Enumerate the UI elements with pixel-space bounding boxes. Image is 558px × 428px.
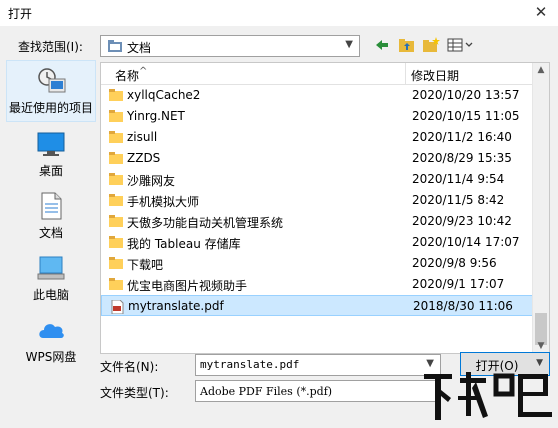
folder-icon <box>109 236 123 248</box>
filetype-dropdown[interactable]: Adobe PDF Files (*.pdf) <box>195 380 441 402</box>
table-row[interactable]: 手机模拟大师 2020/11/5 8:42 <box>101 190 533 211</box>
place-computer[interactable]: 此电脑 <box>6 248 96 310</box>
table-row[interactable]: mytranslate.pdf 2018/8/30 11:06 <box>101 295 533 316</box>
table-row[interactable]: 下载吧 2020/9/8 9:56 <box>101 253 533 274</box>
table-row[interactable]: xyllqCache2 2020/10/20 13:57 <box>101 85 533 106</box>
column-header-name[interactable]: 名称 <box>115 67 139 84</box>
file-date: 2020/9/23 10:42 <box>412 214 512 228</box>
file-name: xyllqCache2 <box>127 88 201 102</box>
file-name: 手机模拟大师 <box>127 195 200 209</box>
folder-icon <box>109 152 123 164</box>
file-name: 我的 Tableau 存储库 <box>127 237 241 251</box>
place-recent[interactable]: 最近使用的项目 <box>6 60 96 122</box>
look-in-label: 查找范围(I): <box>18 40 83 54</box>
place-label: 最近使用的项目 <box>8 101 93 115</box>
table-row[interactable]: 沙雕网友 2020/11/4 9:54 <box>101 169 533 190</box>
table-row[interactable]: 优宝电商图片视频助手 2020/9/1 17:07 <box>101 274 533 295</box>
vertical-scrollbar[interactable]: ▲ ▼ <box>532 63 549 353</box>
filetype-label: 文件类型(T): <box>100 386 169 400</box>
column-divider[interactable] <box>405 63 406 85</box>
folder-icon <box>109 215 123 227</box>
file-name: 天傲多功能自动关机管理系统 <box>127 216 284 230</box>
file-rows: xyllqCache2 2020/10/20 13:57 Yinrg.NET 2020… <box>101 85 533 316</box>
table-row[interactable]: 我的 Tableau 存储库 2020/10/14 17:07 <box>101 232 533 253</box>
arrow-left-icon[interactable] <box>374 37 390 58</box>
desktop-icon <box>36 130 66 158</box>
watermark-logo <box>420 368 556 426</box>
table-row[interactable]: 天傲多功能自动关机管理系统 2020/9/23 10:42 <box>101 211 533 232</box>
close-button[interactable]: ✕ <box>524 0 558 26</box>
file-name: 优宝电商图片视频助手 <box>127 279 248 293</box>
folder-icon <box>109 110 123 122</box>
look-in-dropdown[interactable]: 文档 ▼ <box>100 35 360 57</box>
computer-icon <box>36 254 66 282</box>
place-documents[interactable]: 文档 <box>6 186 96 248</box>
scroll-up-icon[interactable]: ▲ <box>533 65 549 75</box>
pdf-file-icon <box>110 299 124 315</box>
column-header-date[interactable]: 修改日期 <box>411 67 459 84</box>
folder-documents-icon <box>107 39 123 56</box>
file-date: 2020/9/8 9:56 <box>412 256 497 270</box>
documents-icon <box>36 192 66 220</box>
file-date: 2020/11/2 16:40 <box>412 130 512 144</box>
folder-icon <box>109 257 123 269</box>
folder-icon <box>109 89 123 101</box>
folder-icon <box>109 173 123 185</box>
file-list-header: 名称 ^ 修改日期 <box>101 63 533 85</box>
cloud-icon <box>36 316 66 344</box>
place-wps-cloud[interactable]: WPS网盘 <box>6 310 96 372</box>
file-date: 2020/10/15 11:05 <box>412 109 520 123</box>
filename-label: 文件名(N): <box>100 360 159 374</box>
folder-icon <box>109 194 123 206</box>
file-date: 2020/10/20 13:57 <box>412 88 520 102</box>
file-name: ZZDS <box>127 151 161 165</box>
file-date: 2020/10/14 17:07 <box>412 235 520 249</box>
file-date: 2020/8/29 15:35 <box>412 151 512 165</box>
table-row[interactable]: zisull 2020/11/2 16:40 <box>101 127 533 148</box>
file-date: 2020/9/1 17:07 <box>412 277 505 291</box>
window-title: 打开 <box>8 7 33 21</box>
filename-field[interactable]: mytranslate.pdf ▼ <box>195 354 441 376</box>
scroll-down-icon[interactable]: ▼ <box>533 341 549 351</box>
place-label: WPS网盘 <box>25 350 77 364</box>
look-in-value: 文档 <box>127 41 152 55</box>
places-bar: 最近使用的项目 桌面 文档 此电脑 WPS网盘 <box>6 60 96 364</box>
file-date: 2020/11/5 8:42 <box>412 193 505 207</box>
view-menu-icon[interactable] <box>447 37 475 58</box>
table-row[interactable]: Yinrg.NET 2020/10/15 11:05 <box>101 106 533 127</box>
place-label: 桌面 <box>38 164 63 178</box>
recent-icon <box>37 67 67 95</box>
file-name: 下载吧 <box>127 258 164 272</box>
new-folder-icon[interactable] <box>422 37 440 58</box>
file-date: 2018/8/30 11:06 <box>413 299 513 313</box>
file-name: zisull <box>127 130 158 144</box>
filename-value: mytranslate.pdf <box>200 358 300 371</box>
folder-up-icon[interactable] <box>398 37 416 58</box>
chevron-down-icon: ▼ <box>345 39 353 50</box>
table-row[interactable]: ZZDS 2020/8/29 15:35 <box>101 148 533 169</box>
file-name: mytranslate.pdf <box>128 299 224 313</box>
file-name: 沙雕网友 <box>127 174 176 188</box>
title-bar: 打开 ✕ <box>0 0 558 26</box>
file-list[interactable]: 名称 ^ 修改日期 xyllqCache2 2020/10/20 13:57 Yin… <box>100 62 550 354</box>
file-date: 2020/11/4 9:54 <box>412 172 505 186</box>
place-label: 文档 <box>38 226 63 240</box>
file-name: Yinrg.NET <box>127 109 185 123</box>
folder-icon <box>109 278 123 290</box>
place-label: 此电脑 <box>32 288 69 302</box>
chevron-down-icon[interactable]: ▼ <box>536 358 543 368</box>
folder-icon <box>109 131 123 143</box>
place-desktop[interactable]: 桌面 <box>6 124 96 186</box>
filetype-value: Adobe PDF Files (*.pdf) <box>200 385 333 398</box>
sort-ascending-icon: ^ <box>139 66 148 77</box>
